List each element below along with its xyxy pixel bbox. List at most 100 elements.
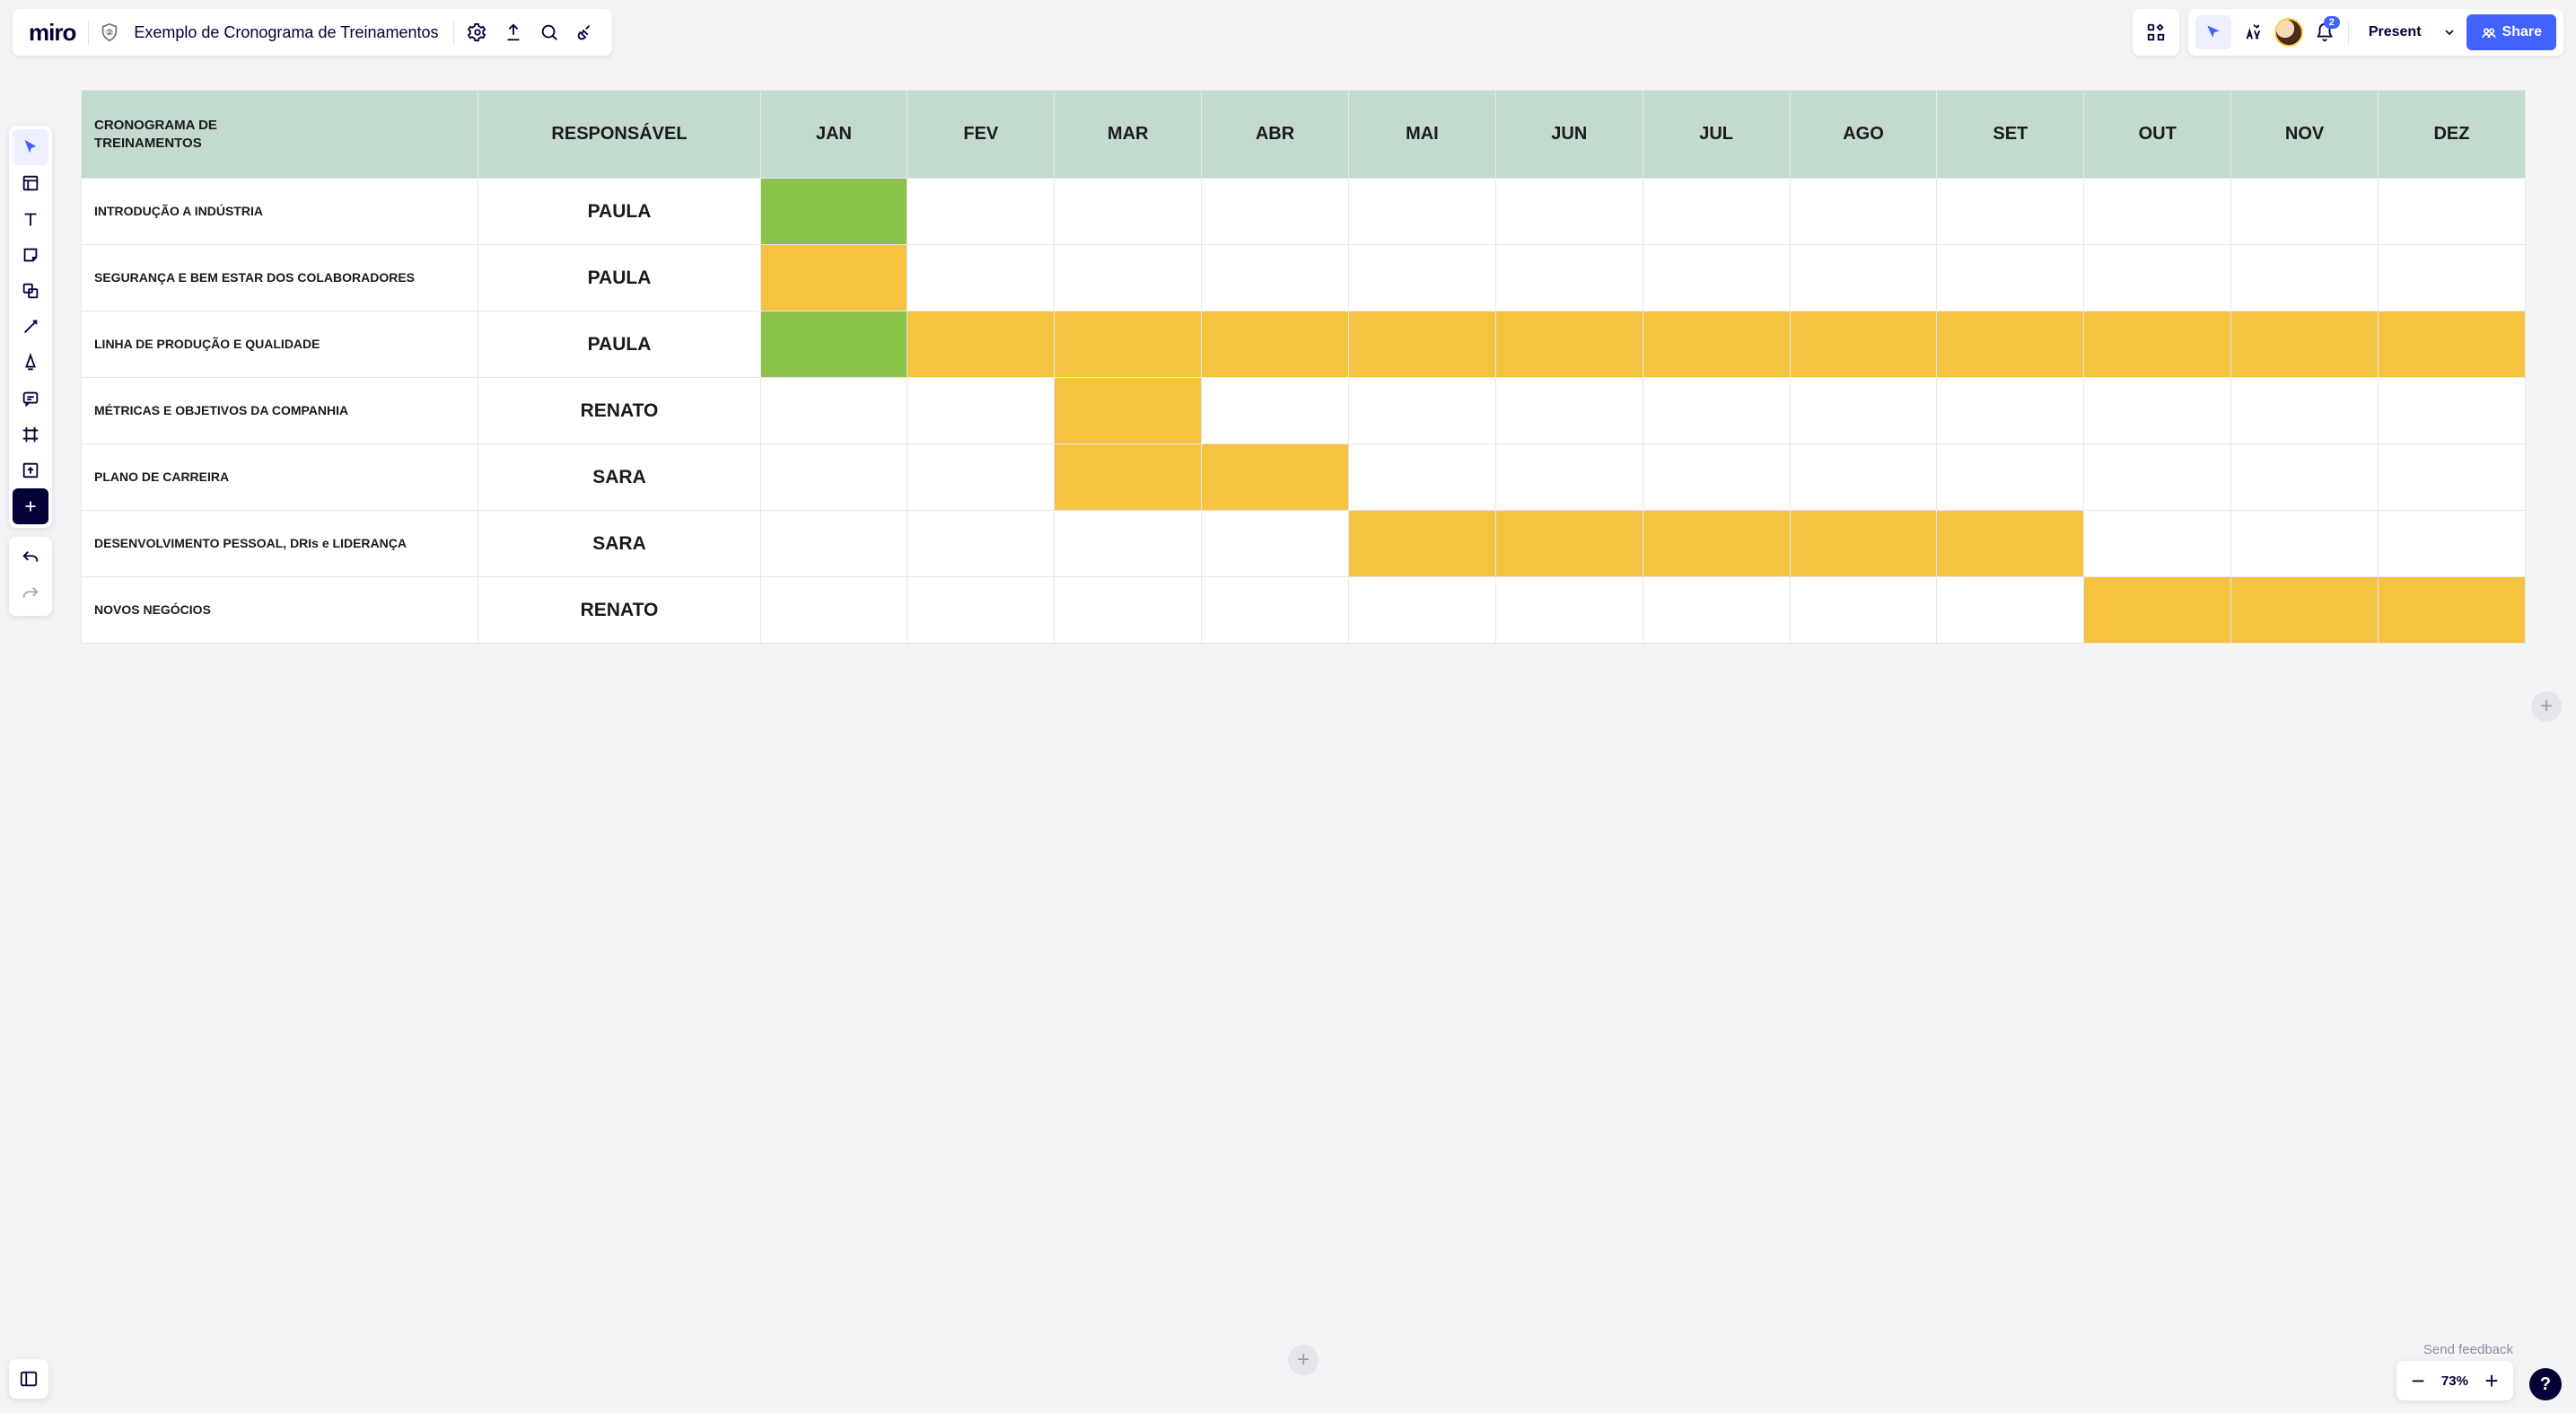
schedule-cell[interactable]	[1055, 179, 1202, 245]
schedule-cell[interactable]	[1495, 444, 1643, 511]
schedule-cell[interactable]	[1495, 179, 1643, 245]
schedule-cell[interactable]	[1348, 444, 1495, 511]
zoom-out-button[interactable]: −	[2402, 1365, 2434, 1397]
header-month[interactable]: NOV	[2231, 91, 2379, 179]
schedule-cell[interactable]	[2084, 378, 2231, 444]
schedule-cell[interactable]	[1643, 245, 1790, 312]
header-responsavel[interactable]: RESPONSÁVEL	[478, 91, 760, 179]
schedule-cell[interactable]	[1495, 511, 1643, 577]
schedule-cell[interactable]	[760, 378, 907, 444]
upload-tool[interactable]	[13, 452, 48, 488]
header-month[interactable]: FEV	[907, 91, 1055, 179]
send-feedback-link[interactable]: Send feedback	[2423, 1342, 2513, 1357]
task-name-cell[interactable]: MÉTRICAS E OBJETIVOS DA COMPANHIA	[82, 378, 478, 444]
responsible-cell[interactable]: SARA	[478, 444, 760, 511]
schedule-cell[interactable]	[760, 179, 907, 245]
schedule-cell[interactable]	[2084, 444, 2231, 511]
schedule-cell[interactable]	[1055, 577, 1202, 644]
schedule-cell[interactable]	[1348, 511, 1495, 577]
pen-tool[interactable]	[13, 345, 48, 381]
responsible-cell[interactable]: PAULA	[478, 179, 760, 245]
schedule-cell[interactable]	[1790, 444, 1937, 511]
table-row[interactable]: INTRODUÇÃO A INDÚSTRIAPAULA	[82, 179, 2526, 245]
board-privacy-icon[interactable]: ②	[100, 22, 119, 42]
schedule-cell[interactable]	[907, 444, 1055, 511]
schedule-cell[interactable]	[2084, 511, 2231, 577]
shape-tool[interactable]	[13, 273, 48, 309]
zoom-level[interactable]: 73%	[2434, 1374, 2475, 1389]
task-name-cell[interactable]: DESENVOLVIMENTO PESSOAL, DRIs e LIDERANÇ…	[82, 511, 478, 577]
schedule-cell[interactable]	[1643, 511, 1790, 577]
templates-tool[interactable]	[13, 165, 48, 201]
schedule-cell[interactable]	[1937, 444, 2084, 511]
schedule-cell[interactable]	[1202, 245, 1349, 312]
task-name-cell[interactable]: NOVOS NEGÓCIOS	[82, 577, 478, 644]
share-button[interactable]: Share	[2466, 14, 2556, 50]
schedule-cell[interactable]	[1643, 444, 1790, 511]
schedule-cell[interactable]	[1937, 511, 2084, 577]
schedule-cell[interactable]	[2231, 511, 2379, 577]
responsible-cell[interactable]: PAULA	[478, 312, 760, 378]
table-row[interactable]: SEGURANÇA E BEM ESTAR DOS COLABORADORESP…	[82, 245, 2526, 312]
table-row[interactable]: PLANO DE CARREIRASARA	[82, 444, 2526, 511]
schedule-cell[interactable]	[760, 245, 907, 312]
table-row[interactable]: LINHA DE PRODUÇÃO E QUALIDADEPAULA	[82, 312, 2526, 378]
schedule-cell[interactable]	[907, 245, 1055, 312]
present-button[interactable]: Present	[2354, 15, 2436, 49]
responsible-cell[interactable]: PAULA	[478, 245, 760, 312]
add-column-button[interactable]: +	[2531, 691, 2562, 722]
schedule-cell[interactable]	[1202, 577, 1349, 644]
redo-button[interactable]	[13, 576, 48, 612]
schedule-cell[interactable]	[2378, 378, 2525, 444]
schedule-cell[interactable]	[1643, 577, 1790, 644]
present-menu-chevron-icon[interactable]	[2436, 15, 2463, 49]
schedule-cell[interactable]	[1202, 444, 1349, 511]
schedule-cell[interactable]	[2231, 245, 2379, 312]
miro-logo[interactable]: miro	[22, 19, 83, 47]
schedule-cell[interactable]	[2084, 312, 2231, 378]
task-name-cell[interactable]: PLANO DE CARREIRA	[82, 444, 478, 511]
board-canvas[interactable]: + + CRONOGRAMA DE TREINAMENTOS RESPONSÁV…	[0, 0, 2576, 1413]
undo-button[interactable]	[13, 540, 48, 576]
task-name-cell[interactable]: INTRODUÇÃO A INDÚSTRIA	[82, 179, 478, 245]
schedule-cell[interactable]	[2231, 577, 2379, 644]
schedule-cell[interactable]	[1495, 312, 1643, 378]
schedule-cell[interactable]	[1055, 312, 1202, 378]
table-row[interactable]: NOVOS NEGÓCIOSRENATO	[82, 577, 2526, 644]
schedule-cell[interactable]	[1790, 577, 1937, 644]
schedule-cell[interactable]	[2231, 312, 2379, 378]
schedule-cell[interactable]	[1790, 378, 1937, 444]
responsible-cell[interactable]: RENATO	[478, 378, 760, 444]
schedule-cell[interactable]	[2378, 312, 2525, 378]
header-month[interactable]: OUT	[2084, 91, 2231, 179]
schedule-cell[interactable]	[1643, 312, 1790, 378]
select-tool[interactable]	[13, 129, 48, 165]
schedule-cell[interactable]	[1790, 179, 1937, 245]
task-name-cell[interactable]: LINHA DE PRODUÇÃO E QUALIDADE	[82, 312, 478, 378]
schedule-cell[interactable]	[1348, 245, 1495, 312]
search-icon[interactable]	[531, 14, 567, 50]
schedule-cell[interactable]	[1202, 378, 1349, 444]
schedule-cell[interactable]	[1643, 378, 1790, 444]
text-tool[interactable]	[13, 201, 48, 237]
header-month[interactable]: DEZ	[2378, 91, 2525, 179]
header-month[interactable]: MAI	[1348, 91, 1495, 179]
table-row[interactable]: DESENVOLVIMENTO PESSOAL, DRIs e LIDERANÇ…	[82, 511, 2526, 577]
header-month[interactable]: AGO	[1790, 91, 1937, 179]
schedule-cell[interactable]	[1055, 245, 1202, 312]
open-panel-button[interactable]	[9, 1359, 48, 1399]
help-button[interactable]: ?	[2529, 1368, 2562, 1400]
schedule-cell[interactable]	[1202, 179, 1349, 245]
schedule-cell[interactable]	[1937, 179, 2084, 245]
sticky-note-tool[interactable]	[13, 237, 48, 273]
responsible-cell[interactable]: RENATO	[478, 577, 760, 644]
schedule-cell[interactable]	[1937, 378, 2084, 444]
schedule-cell[interactable]	[760, 511, 907, 577]
schedule-cell[interactable]	[1790, 245, 1937, 312]
schedule-cell[interactable]	[2378, 444, 2525, 511]
schedule-cell[interactable]	[1348, 312, 1495, 378]
table-row[interactable]: MÉTRICAS E OBJETIVOS DA COMPANHIARENATO	[82, 378, 2526, 444]
add-row-button[interactable]: +	[1288, 1345, 1319, 1375]
schedule-cell[interactable]	[907, 312, 1055, 378]
schedule-cell[interactable]	[907, 577, 1055, 644]
